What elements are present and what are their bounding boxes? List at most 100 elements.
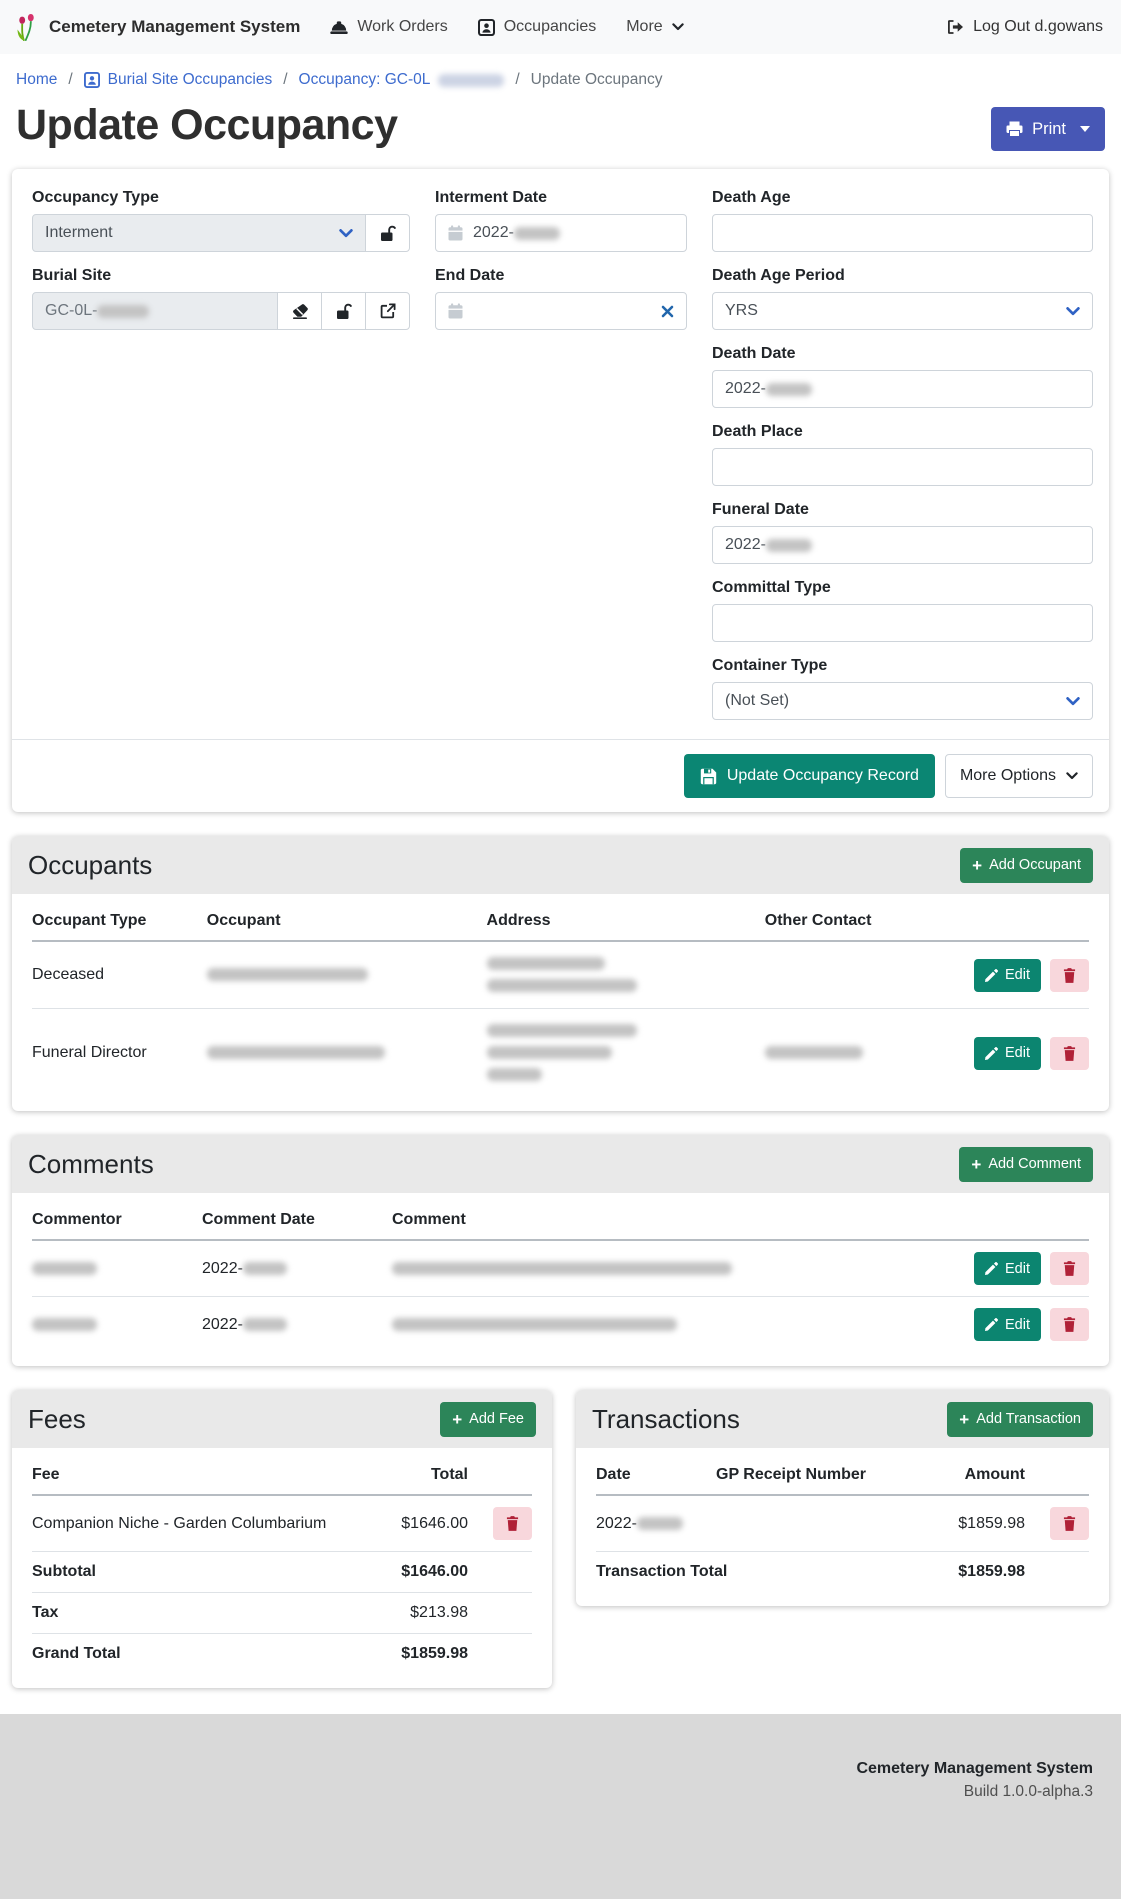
print-button[interactable]: Print xyxy=(991,107,1105,151)
add-transaction-button[interactable]: + Add Transaction xyxy=(947,1402,1093,1437)
add-fee-label: Add Fee xyxy=(469,1411,524,1427)
eraser-icon xyxy=(292,304,308,319)
nav-item-occupancies[interactable]: Occupancies xyxy=(478,18,597,36)
transactions-card: Transactions + Add Transaction Date GP R… xyxy=(576,1390,1109,1606)
redacted-text xyxy=(32,1318,97,1331)
breadcrumb-separator: / xyxy=(515,71,519,89)
transaction-total-value: $1859.98 xyxy=(903,1552,1033,1593)
occupant-type-cell: Deceased xyxy=(32,941,207,1009)
occupancy-type-lock-button[interactable] xyxy=(365,214,410,252)
caret-down-icon xyxy=(1080,126,1090,132)
comment-actions-cell: Edit xyxy=(959,1240,1089,1297)
occupants-table: Occupant Type Occupant Address Other Con… xyxy=(32,900,1089,1097)
add-comment-label: Add Comment xyxy=(988,1156,1081,1172)
chevron-down-icon xyxy=(672,23,684,31)
death-date-input[interactable]: 2022- xyxy=(712,370,1093,408)
edit-comment-button[interactable]: Edit xyxy=(974,1308,1041,1341)
occupant-type-cell: Funeral Director xyxy=(32,1009,207,1098)
breadcrumb-burial-site-occupancies-link[interactable]: Burial Site Occupancies xyxy=(84,71,273,89)
burial-site-label: Burial Site xyxy=(32,267,410,285)
committal-type-input[interactable] xyxy=(712,604,1093,642)
comments-card: Comments + Add Comment Commentor Comment… xyxy=(12,1135,1109,1366)
logout-link[interactable]: Log Out d.gowans xyxy=(947,18,1103,36)
delete-occupant-button[interactable] xyxy=(1050,1037,1089,1070)
pencil-icon xyxy=(985,1318,998,1331)
funeral-date-input[interactable]: 2022- xyxy=(712,526,1093,564)
occupancy-type-select[interactable]: Interment xyxy=(32,214,366,252)
end-date-input[interactable] xyxy=(435,292,687,330)
comment-cell xyxy=(392,1297,959,1353)
trash-icon xyxy=(1063,1317,1076,1332)
add-comment-button[interactable]: + Add Comment xyxy=(959,1147,1093,1182)
breadcrumb-separator: / xyxy=(283,71,287,89)
breadcrumb-home-link[interactable]: Home xyxy=(16,71,57,89)
commentor-cell xyxy=(32,1297,202,1353)
col-occupant: Occupant xyxy=(207,900,487,941)
death-place-field: Death Place xyxy=(712,423,1093,486)
external-link-icon xyxy=(380,303,396,319)
occupant-name-cell xyxy=(207,941,487,1009)
delete-comment-button[interactable] xyxy=(1050,1252,1089,1285)
form-actions: Update Occupancy Record More Options xyxy=(12,739,1109,812)
redacted-text xyxy=(207,968,368,981)
occupant-address-cell xyxy=(487,941,765,1009)
interment-date-label: Interment Date xyxy=(435,189,687,207)
contact-card-icon xyxy=(84,72,100,88)
edit-occupant-button[interactable]: Edit xyxy=(974,959,1041,992)
death-date-field: Death Date 2022- xyxy=(712,345,1093,408)
footer-app-name: Cemetery Management System xyxy=(28,1760,1093,1778)
trash-icon xyxy=(1063,1261,1076,1276)
delete-fee-button[interactable] xyxy=(493,1507,532,1540)
death-age-period-label: Death Age Period xyxy=(712,267,1093,285)
edit-comment-button[interactable]: Edit xyxy=(974,1252,1041,1285)
transactions-title: Transactions xyxy=(592,1404,740,1435)
fees-transactions-row: Fees + Add Fee Fee Total Companion Niche… xyxy=(12,1390,1109,1688)
update-label: Update Occupancy Record xyxy=(727,767,919,785)
printer-icon xyxy=(1006,121,1023,137)
fee-total-cell: $1646.00 xyxy=(356,1495,476,1552)
death-age-input[interactable] xyxy=(712,214,1093,252)
form-column-middle: Interment Date 2022- End Date xyxy=(435,189,687,735)
calendar-icon xyxy=(448,225,463,241)
x-clear-icon xyxy=(661,305,674,318)
chevron-down-icon xyxy=(339,229,353,238)
death-age-period-select[interactable]: YRS xyxy=(712,292,1093,330)
burial-site-open-button[interactable] xyxy=(365,292,410,330)
update-occupancy-record-button[interactable]: Update Occupancy Record xyxy=(684,754,935,798)
edit-occupant-button[interactable]: Edit xyxy=(974,1037,1041,1070)
burial-site-lock-button[interactable] xyxy=(321,292,366,330)
container-type-field: Container Type (Not Set) xyxy=(712,657,1093,720)
redacted-text xyxy=(32,1262,97,1275)
add-occupant-button[interactable]: + Add Occupant xyxy=(960,848,1093,883)
death-place-input[interactable] xyxy=(712,448,1093,486)
occupants-table-body: Deceased Edit Funeral Director Edit xyxy=(32,941,1089,1097)
transaction-actions-cell xyxy=(1033,1495,1089,1552)
nav-item-work-orders[interactable]: Work Orders xyxy=(330,18,447,36)
delete-transaction-button[interactable] xyxy=(1050,1507,1089,1540)
burial-site-clear-button[interactable] xyxy=(277,292,322,330)
delete-comment-button[interactable] xyxy=(1050,1308,1089,1341)
redacted-text xyxy=(766,383,812,396)
col-total: Total xyxy=(356,1454,476,1495)
redacted-text xyxy=(438,74,504,87)
end-date-clear-button[interactable] xyxy=(661,305,674,318)
pencil-icon xyxy=(985,1262,998,1275)
trash-icon xyxy=(506,1516,519,1531)
trash-icon xyxy=(1063,1516,1076,1531)
nav-item-more[interactable]: More xyxy=(626,18,683,36)
breadcrumb-occupancy-link[interactable]: Occupancy: GC-0L xyxy=(299,71,505,89)
delete-occupant-button[interactable] xyxy=(1050,959,1089,992)
footer-build-version: Build 1.0.0-alpha.3 xyxy=(28,1783,1093,1801)
more-options-button[interactable]: More Options xyxy=(945,754,1093,798)
add-fee-button[interactable]: + Add Fee xyxy=(440,1402,536,1437)
form-column-right: Death Age Death Age Period YRS Death Dat… xyxy=(712,189,1093,735)
trash-icon xyxy=(1063,968,1076,983)
container-type-select[interactable]: (Not Set) xyxy=(712,682,1093,720)
contact-card-icon xyxy=(478,19,495,36)
container-type-label: Container Type xyxy=(712,657,1093,675)
death-age-field: Death Age xyxy=(712,189,1093,252)
burial-site-input[interactable]: GC-0L- xyxy=(32,292,278,330)
interment-date-input[interactable]: 2022- xyxy=(435,214,687,252)
comment-row: 2022-Edit xyxy=(32,1240,1089,1297)
more-options-label: More Options xyxy=(960,767,1056,785)
